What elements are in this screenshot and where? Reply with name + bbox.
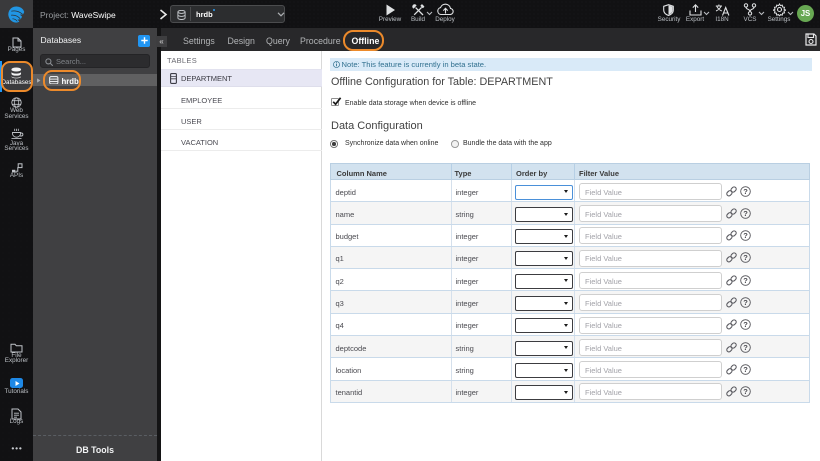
svg-text:?: ? [743,365,748,374]
svg-text:?: ? [743,320,748,329]
svg-text:?: ? [743,231,748,240]
svg-text:?: ? [743,343,748,352]
svg-text:?: ? [743,187,748,196]
svg-text:?: ? [743,253,748,262]
svg-text:?: ? [743,209,748,218]
svg-text:?: ? [743,298,748,307]
svg-text:?: ? [743,276,748,285]
svg-text:?: ? [743,387,748,396]
